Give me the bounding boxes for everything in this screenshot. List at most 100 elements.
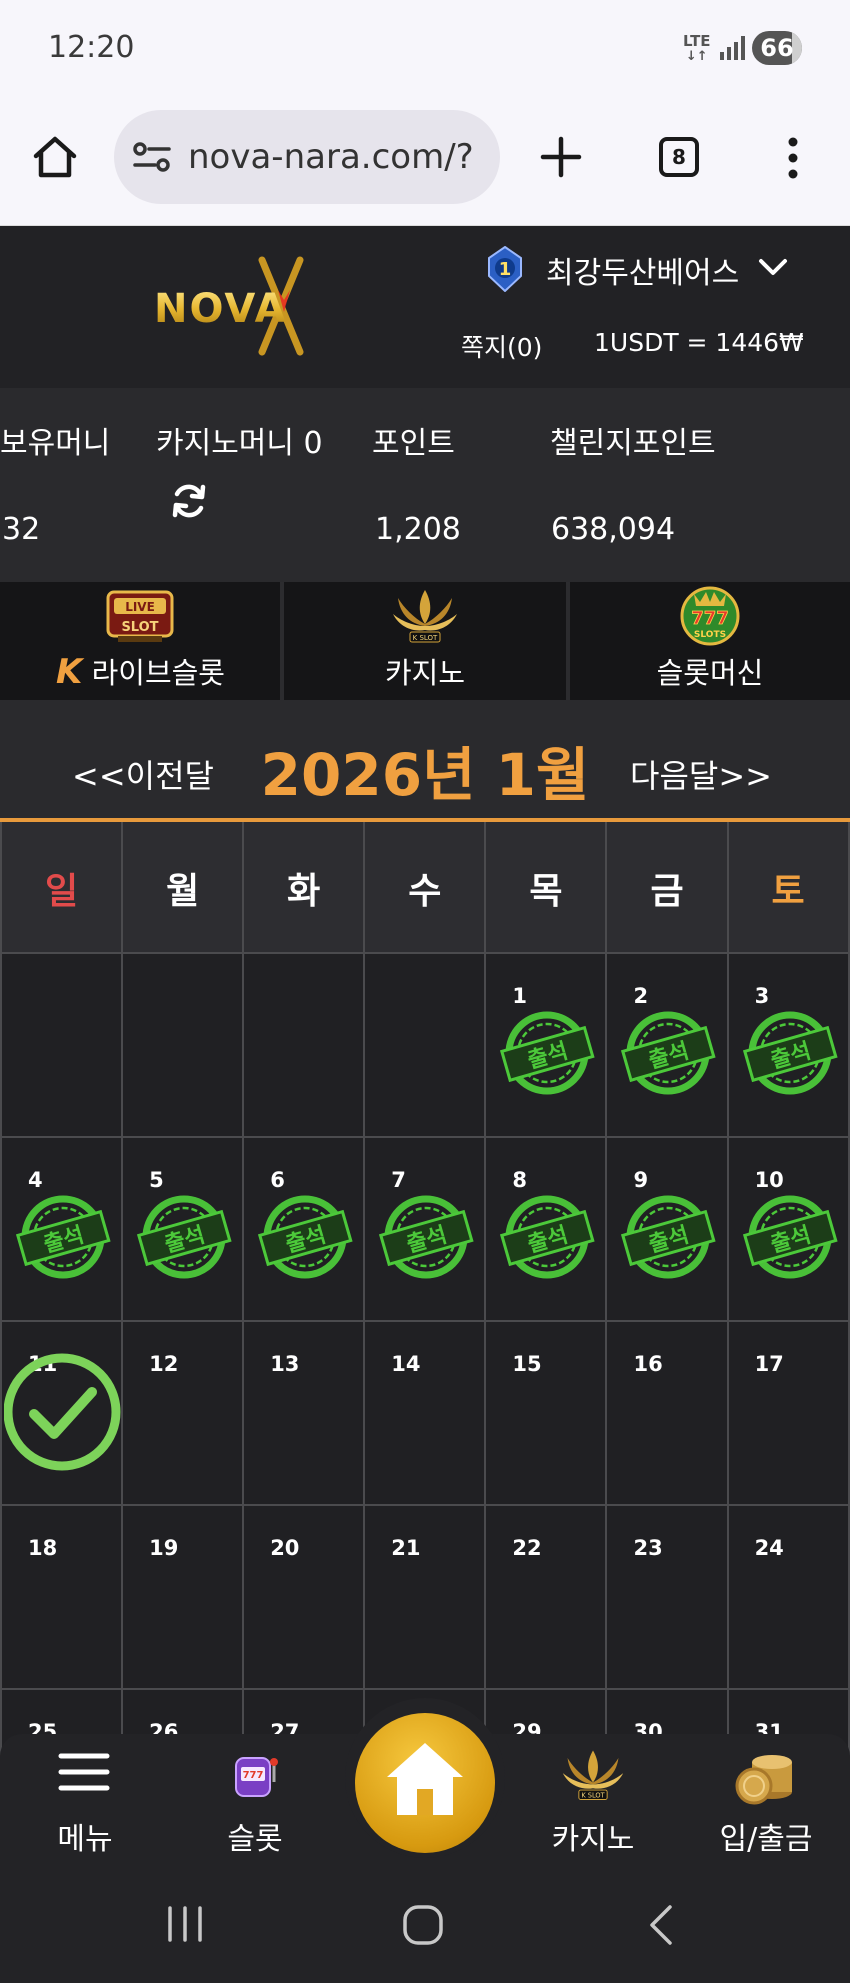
home-icon[interactable]	[32, 134, 78, 180]
deposit-withdraw-button[interactable]: 입/출금	[704, 1734, 828, 1874]
calendar-day[interactable]: 19	[123, 1506, 245, 1690]
calendar-day[interactable]: 7 출석	[365, 1138, 487, 1322]
home-icon	[387, 1743, 463, 1815]
nav-label: 카지노	[551, 1822, 635, 1857]
k-badge-icon: K	[56, 652, 83, 692]
day-number: 24	[754, 1536, 784, 1560]
hamburger-icon	[58, 1753, 110, 1791]
calendar-day[interactable]: 5 출석	[123, 1138, 245, 1322]
calendar-empty-cell	[123, 954, 245, 1138]
logo-text: NOVA	[154, 286, 288, 332]
tab-switcher-button[interactable]: 8	[659, 137, 699, 177]
calendar-day[interactable]: 20	[244, 1506, 366, 1690]
battery-icon: 66	[752, 31, 802, 65]
calendar-day[interactable]: 13	[244, 1322, 366, 1506]
day-number: 21	[391, 1536, 421, 1560]
calendar-day[interactable]: 12	[123, 1322, 245, 1506]
next-month-button[interactable]: 다음달>>	[630, 751, 772, 797]
attendance-stamp-icon: 출석	[742, 1195, 838, 1279]
slots-777-icon: 777 SLOTS	[680, 586, 740, 646]
coins-icon	[735, 1755, 792, 1805]
calendar-week-row: 1 출석 2 출석 3 출석	[2, 954, 850, 1138]
category-label: 카지노	[384, 656, 466, 690]
nova-logo[interactable]: NOVA	[150, 256, 342, 356]
calendar-day[interactable]: 17	[728, 1322, 850, 1506]
network-type-icon: LTE ↓↑	[683, 32, 711, 64]
back-icon[interactable]	[648, 1904, 674, 1946]
battery-level: 66	[760, 34, 794, 62]
svg-text:777: 777	[243, 1770, 264, 1781]
calendar-day[interactable]: 23	[607, 1506, 729, 1690]
browser-toolbar: nova-nara.com/? 8	[0, 100, 850, 226]
calendar-day[interactable]: 24	[728, 1506, 850, 1690]
weekday-fri: 금	[607, 822, 729, 954]
calendar-day[interactable]: 16	[607, 1322, 729, 1506]
url-text[interactable]: nova-nara.com/?	[188, 137, 474, 177]
calendar-day[interactable]: 15	[486, 1322, 608, 1506]
chevron-down-icon[interactable]	[758, 256, 788, 278]
weekday-thu: 목	[486, 822, 608, 954]
new-tab-icon[interactable]	[540, 136, 582, 178]
day-number: 15	[512, 1352, 542, 1376]
day-number: 9	[633, 1168, 649, 1192]
attendance-stamp-icon: 출석	[379, 1195, 474, 1279]
slot-machine-icon: 777	[235, 1757, 278, 1797]
recent-apps-icon[interactable]	[166, 1906, 204, 1942]
calendar-empty-cell	[244, 954, 366, 1138]
weekday-sat: 토	[728, 822, 850, 954]
point-value: 1,208	[375, 512, 461, 547]
signal-icon	[720, 36, 745, 60]
attendance-calendar: <<이전달 2026년 1월 다음달>> 일 월 화 수 목 금 토 1 출석 2 출…	[0, 700, 850, 1874]
today-check-icon	[4, 1353, 121, 1471]
point-label: 포인트	[372, 426, 455, 461]
day-number: 12	[149, 1352, 179, 1376]
calendar-day[interactable]: 10 출석	[728, 1138, 850, 1322]
slot-button[interactable]: 777 슬롯	[192, 1734, 318, 1874]
day-number: 6	[270, 1168, 285, 1192]
category-live-slot[interactable]: LIVE SLOT K 라이브슬롯	[0, 582, 281, 700]
site-settings-icon[interactable]	[133, 140, 171, 174]
category-slot-machine[interactable]: 777 SLOTS 슬롯머신	[570, 582, 850, 700]
home-fab-button[interactable]	[355, 1713, 495, 1853]
calendar-day[interactable]: 3 출석	[728, 954, 850, 1138]
menu-button[interactable]: 메뉴	[22, 1734, 148, 1874]
address-bar[interactable]: nova-nara.com/?	[114, 110, 500, 204]
calendar-day[interactable]: 8 출석	[486, 1138, 608, 1322]
network-label: LTE	[683, 32, 711, 50]
calendar-day[interactable]: 2 출석	[607, 954, 729, 1138]
money-label: 보유머니	[0, 426, 111, 461]
calendar-day[interactable]: 21	[365, 1506, 487, 1690]
weekday-tue: 화	[244, 822, 366, 954]
day-number: 1	[512, 984, 527, 1008]
challenge-point-value: 638,094	[551, 512, 676, 547]
level-badge-icon: 1	[488, 246, 522, 292]
category-label: 슬롯머신	[656, 656, 764, 690]
day-number: 10	[754, 1168, 784, 1192]
calendar-day[interactable]: 1 출석	[486, 954, 608, 1138]
messages-link[interactable]: 쪽지(0)	[461, 328, 542, 364]
calendar-day[interactable]: 22	[486, 1506, 608, 1690]
refresh-icon[interactable]	[170, 482, 208, 520]
calendar-day[interactable]: 18	[2, 1506, 124, 1690]
day-number: 20	[270, 1536, 300, 1560]
day-number: 18	[28, 1536, 58, 1560]
casino-button[interactable]: K SLOT 카지노	[530, 1734, 656, 1874]
day-number: 5	[149, 1168, 164, 1192]
weekday-header: 일 월 화 수 목 금 토	[2, 822, 850, 954]
calendar-day[interactable]: 9 출석	[607, 1138, 729, 1322]
calendar-day[interactable]: 4 출석	[2, 1138, 124, 1322]
category-casino[interactable]: K SLOT 카지노	[284, 582, 566, 700]
more-menu-icon[interactable]	[784, 136, 802, 180]
day-number: 16	[633, 1352, 663, 1376]
system-home-icon[interactable]	[402, 1904, 444, 1946]
calendar-day[interactable]: 11	[2, 1322, 124, 1506]
attendance-stamp-icon: 출석	[500, 1195, 595, 1279]
nav-label: 슬롯	[227, 1822, 283, 1857]
challenge-point-label: 챌린지포인트	[550, 426, 716, 461]
svg-text:SLOTS: SLOTS	[694, 630, 726, 640]
calendar-day[interactable]: 6 출석	[244, 1138, 366, 1322]
calendar-day[interactable]: 14	[365, 1322, 487, 1506]
user-name[interactable]: 최강두산베어스	[546, 248, 739, 292]
svg-text:777: 777	[691, 608, 729, 629]
day-number: 8	[512, 1168, 527, 1192]
